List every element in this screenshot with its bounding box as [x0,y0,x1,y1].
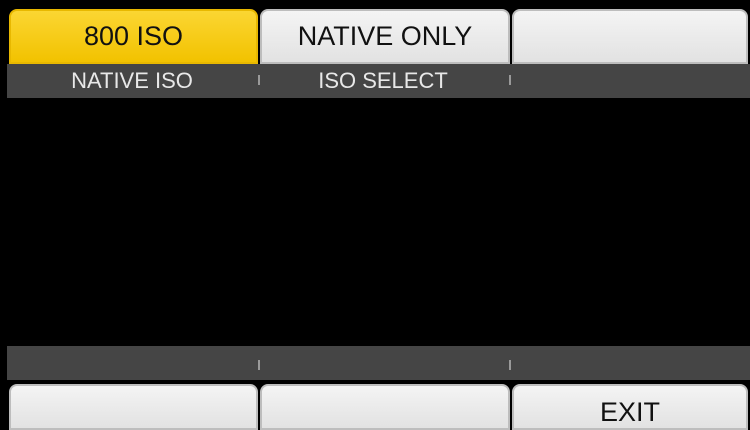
bottom-center-label [257,346,509,380]
native-iso-label: NATIVE ISO [71,68,193,93]
iso-value-button[interactable]: 800 ISO [9,9,258,64]
top-button-row: 800 ISO NATIVE ONLY [0,0,750,64]
bottom-label-strip [7,346,750,380]
bottom-right-label [509,346,750,380]
exit-button[interactable]: EXIT [512,384,748,430]
divider-tick [509,75,511,85]
bottom-left-button[interactable] [9,384,258,430]
main-display-area [7,98,750,346]
top-right-button[interactable] [512,9,748,64]
divider-tick [258,360,260,370]
camera-menu-screen: 800 ISO NATIVE ONLY NATIVE ISO ISO SELEC… [0,0,750,430]
iso-select-button[interactable]: NATIVE ONLY [260,9,510,64]
top-right-label [509,64,750,98]
bottom-left-label [7,346,257,380]
iso-select-label: ISO SELECT [318,68,448,93]
bottom-center-button[interactable] [260,384,510,430]
divider-tick [258,75,260,85]
divider-tick [509,360,511,370]
top-label-strip: NATIVE ISO ISO SELECT [7,64,750,98]
